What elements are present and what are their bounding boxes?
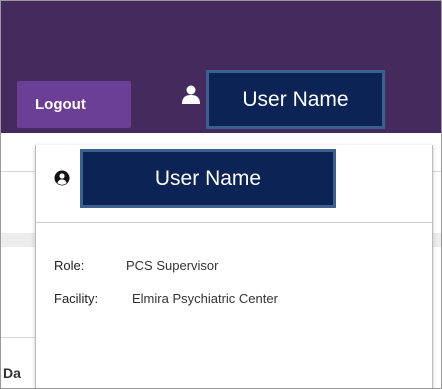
user-circle-icon: [54, 170, 70, 186]
top-navigation-bar: Logout User Name: [1, 1, 441, 133]
header-user-name[interactable]: User Name: [206, 70, 385, 129]
role-label: Role:: [54, 258, 85, 273]
page-band-left: [1, 233, 35, 247]
panel-divider: [36, 222, 432, 223]
partial-page-text: Da: [3, 365, 21, 381]
role-value: PCS Supervisor: [126, 258, 219, 273]
divider: [1, 171, 35, 172]
panel-user-name: User Name: [80, 149, 336, 208]
divider: [433, 171, 441, 172]
app-window: Logout User Name Da Role: PCS Supervisor…: [0, 0, 442, 389]
user-icon[interactable]: [181, 84, 201, 104]
facility-value: Elmira Psychiatric Center: [132, 291, 278, 306]
divider: [1, 337, 35, 338]
logout-button[interactable]: Logout: [17, 81, 131, 128]
facility-label: Facility:: [54, 291, 99, 306]
page-band-right: [433, 233, 441, 247]
